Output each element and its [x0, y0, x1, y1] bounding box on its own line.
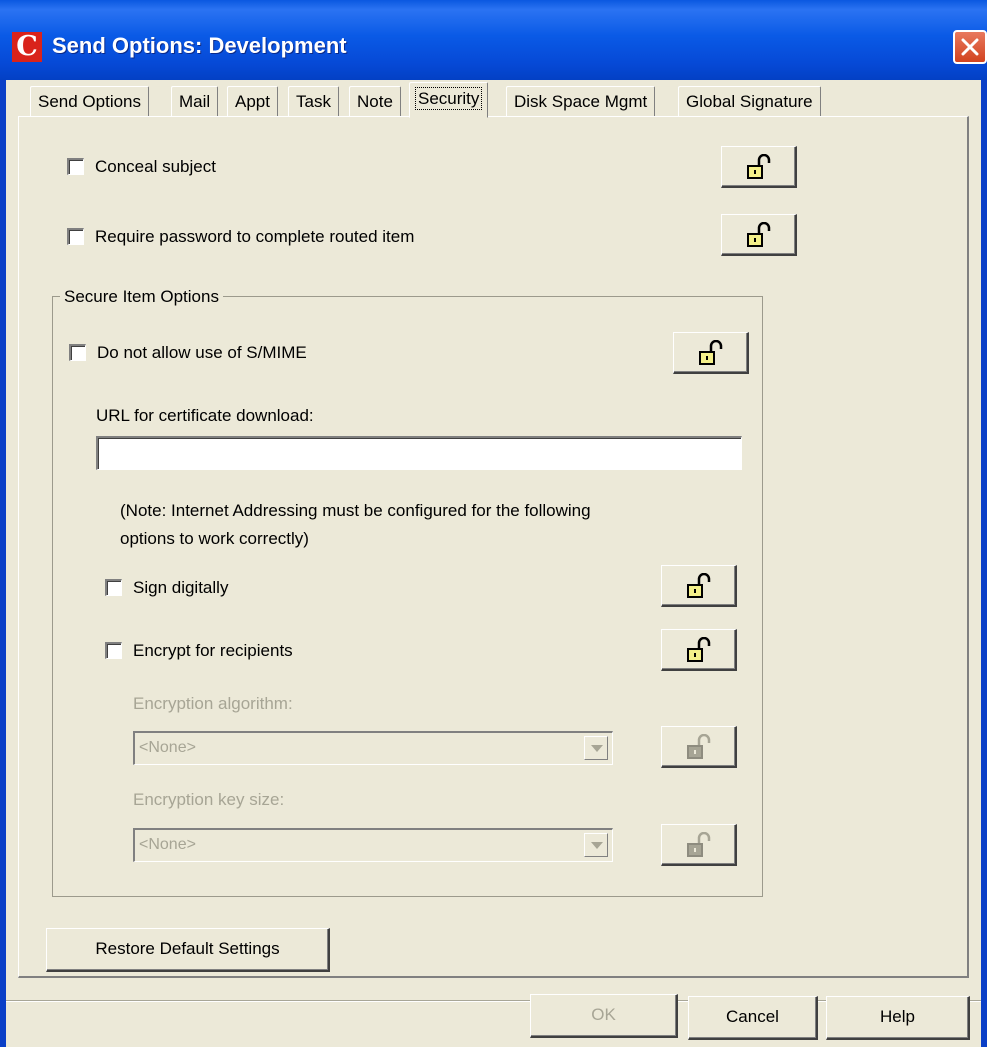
conceal-subject-checkbox[interactable] [67, 158, 84, 175]
url-certificate-label: URL for certificate download: [96, 406, 314, 425]
chevron-down-icon [591, 842, 603, 849]
no-smime-label: Do not allow use of S/MIME [97, 343, 307, 362]
help-button[interactable]: Help [826, 996, 970, 1040]
sign-digitally-checkbox[interactable] [105, 579, 122, 596]
url-certificate-input[interactable] [96, 436, 742, 470]
unlocked-padlock-disabled-icon [687, 734, 711, 759]
restore-default-settings-button[interactable]: Restore Default Settings [46, 928, 330, 972]
note-line-1: (Note: Internet Addressing must be confi… [120, 501, 591, 520]
conceal-subject-lock-button[interactable] [721, 146, 797, 188]
window-title: Send Options: Development [52, 33, 347, 58]
tab-appt[interactable]: Appt [227, 86, 278, 116]
encrypt-recipients-checkbox[interactable] [105, 642, 122, 659]
encryption-key-size-value: <None> [139, 836, 196, 853]
encrypt-recipients-label: Encrypt for recipients [133, 641, 293, 660]
require-password-lock-button[interactable] [721, 214, 797, 256]
close-icon [961, 38, 979, 56]
ok-button[interactable]: OK [530, 994, 678, 1038]
dropdown-arrow-button[interactable] [584, 833, 608, 857]
conceal-subject-label: Conceal subject [95, 157, 216, 176]
app-logo-icon: C [12, 32, 42, 62]
encryption-algorithm-value: <None> [139, 739, 196, 756]
unlocked-padlock-icon [747, 154, 771, 179]
unlocked-padlock-icon [687, 637, 711, 662]
tab-mail[interactable]: Mail [171, 86, 219, 116]
secure-item-options-title: Secure Item Options [60, 286, 223, 308]
chevron-down-icon [591, 745, 603, 752]
require-password-checkbox[interactable] [67, 228, 84, 245]
tab-send-options[interactable]: Send Options [30, 86, 150, 116]
unlocked-padlock-disabled-icon [687, 832, 711, 857]
unlocked-padlock-icon [687, 573, 711, 598]
encryption-key-size-label: Encryption key size: [133, 790, 285, 809]
tab-security[interactable]: Security [409, 82, 489, 118]
close-button[interactable] [953, 30, 987, 64]
no-smime-checkbox[interactable] [69, 344, 86, 361]
tab-disk-space-mgmt[interactable]: Disk Space Mgmt [506, 86, 656, 116]
encryption-algorithm-lock-button[interactable] [661, 726, 737, 768]
tab-global-signature[interactable]: Global Signature [678, 86, 821, 116]
encryption-key-size-select[interactable]: <None> [133, 828, 613, 862]
encryption-algorithm-select[interactable]: <None> [133, 731, 613, 765]
note-line-2: options to work correctly) [120, 529, 309, 548]
window-frame-left [0, 80, 6, 1047]
dropdown-arrow-button[interactable] [584, 736, 608, 760]
encryption-key-size-lock-button[interactable] [661, 824, 737, 866]
tab-note[interactable]: Note [349, 86, 401, 116]
encrypt-recipients-lock-button[interactable] [661, 629, 737, 671]
require-password-label: Require password to complete routed item [95, 227, 415, 246]
unlocked-padlock-icon [699, 340, 723, 365]
sign-digitally-lock-button[interactable] [661, 565, 737, 607]
window-frame-right [981, 80, 987, 1047]
tab-task[interactable]: Task [288, 86, 339, 116]
encryption-algorithm-label: Encryption algorithm: [133, 694, 293, 713]
cancel-button[interactable]: Cancel [688, 996, 818, 1040]
no-smime-lock-button[interactable] [673, 332, 749, 374]
unlocked-padlock-icon [747, 222, 771, 247]
sign-digitally-label: Sign digitally [133, 578, 229, 597]
